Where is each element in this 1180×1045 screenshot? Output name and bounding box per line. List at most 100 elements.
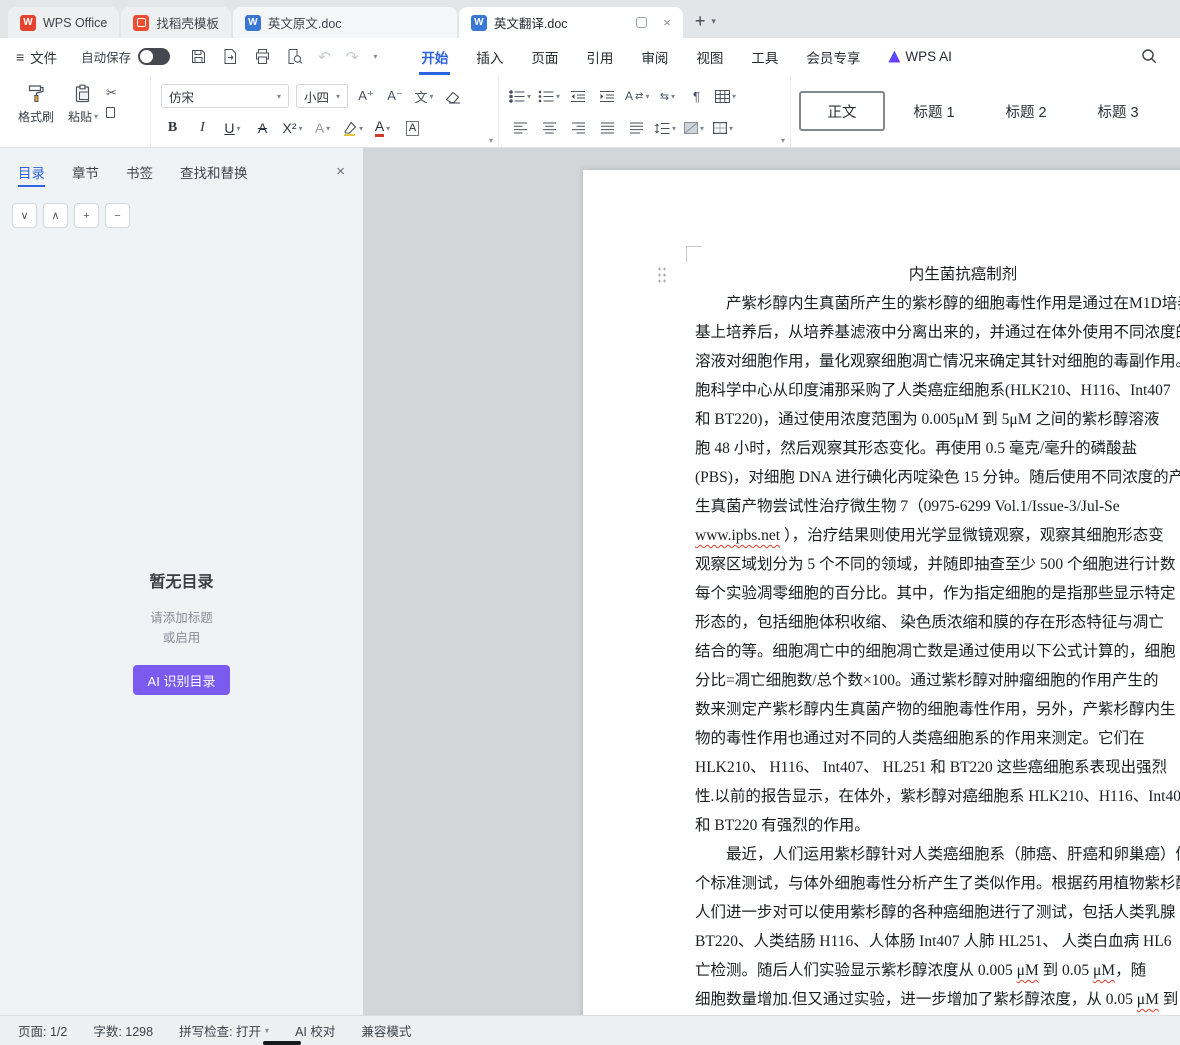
zoom-in-level-button[interactable]: + bbox=[74, 203, 99, 228]
line-spacing-button[interactable]: ▾ bbox=[654, 117, 676, 139]
cut-icon[interactable]: ✂ bbox=[106, 85, 117, 101]
character-border-button[interactable]: A bbox=[401, 116, 424, 140]
document-canvas[interactable]: 内生菌抗癌制剂 产紫杉醇内生真菌所产生的紫杉醇的细胞毒性作用是通过在M1D培养基… bbox=[363, 148, 1180, 1015]
save-icon[interactable] bbox=[190, 48, 207, 65]
doc-line: 结合的等。细胞凋亡中的细胞凋亡数是通过使用以下公式计算的，细胞 bbox=[695, 643, 1176, 660]
clear-format-button[interactable] bbox=[442, 85, 464, 107]
print-icon[interactable] bbox=[254, 48, 271, 65]
underline-button[interactable]: U ▾ bbox=[221, 116, 244, 140]
text-direction-button[interactable]: A ⇄ ▾ bbox=[625, 85, 649, 107]
tab-list-chevron-icon[interactable]: ▾ bbox=[711, 16, 716, 27]
horizontal-scrollbar-thumb[interactable] bbox=[263, 1041, 301, 1045]
close-sidebar-icon[interactable]: × bbox=[336, 163, 345, 180]
document-page[interactable]: 内生菌抗癌制剂 产紫杉醇内生真菌所产生的紫杉醇的细胞毒性作用是通过在M1D培养基… bbox=[583, 170, 1180, 1015]
page-indicator[interactable]: 页面: 1/2 bbox=[18, 1021, 67, 1040]
popout-icon[interactable] bbox=[636, 17, 648, 28]
justify-button[interactable] bbox=[596, 117, 618, 139]
chevron-down-icon: ▾ bbox=[358, 123, 363, 133]
close-tab-icon[interactable]: × bbox=[663, 15, 671, 30]
ai-recognize-toc-button[interactable]: AI 识别目录 bbox=[132, 665, 231, 695]
paste-label: 粘贴 bbox=[68, 110, 93, 124]
phonetic-guide-button[interactable]: 文 ▾ bbox=[413, 85, 435, 107]
decrease-indent-button[interactable] bbox=[567, 85, 589, 107]
document-content: 内生菌抗癌制剂 产紫杉醇内生真菌所产生的紫杉醇的细胞毒性作用是通过在M1D培养基… bbox=[583, 170, 1180, 1015]
shrink-font-button[interactable]: A⁻ bbox=[384, 85, 406, 107]
shading-button[interactable]: ▾ bbox=[683, 117, 705, 139]
style-heading-1[interactable]: 标题 1 bbox=[891, 91, 977, 131]
superscript-button[interactable]: X² ▾ bbox=[281, 116, 304, 140]
window-tab-doc-translation[interactable]: W 英文翻译.doc × bbox=[458, 7, 683, 38]
paragraph-dialog-launcher-icon[interactable]: ▾ bbox=[781, 136, 785, 145]
style-heading-3[interactable]: 标题 3 bbox=[1075, 91, 1161, 131]
toc-empty-title: 暂无目录 bbox=[149, 574, 214, 591]
align-right-button[interactable] bbox=[567, 117, 589, 139]
sidebar-tab-toc[interactable]: 目录 bbox=[18, 148, 45, 195]
undo-icon[interactable]: ↶ bbox=[318, 48, 331, 66]
bold-button[interactable]: B bbox=[161, 116, 184, 140]
sidebar-tab-find-replace[interactable]: 查找和替换 bbox=[180, 148, 248, 195]
ribbon-tab-label: 引用 bbox=[586, 50, 614, 66]
style-body-text[interactable]: 正文 bbox=[799, 91, 885, 131]
bullet-list-button[interactable]: ▾ bbox=[509, 85, 531, 107]
new-tab-button[interactable]: + bbox=[695, 12, 706, 30]
paragraph-layout-button[interactable]: ¶ bbox=[685, 85, 707, 107]
print-preview-icon[interactable] bbox=[286, 48, 303, 65]
tab-label: 英文原文.doc bbox=[267, 17, 342, 31]
strikethrough-button[interactable]: A bbox=[251, 116, 274, 140]
ribbon: 格式刷 粘贴 ▾ ✂ 仿宋 ▾ 小四 ▾ A⁺ A⁻ 文 ▾ B I U ▾ A… bbox=[0, 75, 1180, 148]
align-center-button[interactable] bbox=[538, 117, 560, 139]
ribbon-tab-insert[interactable]: 插入 bbox=[462, 38, 517, 75]
distribute-button[interactable] bbox=[625, 117, 647, 139]
ribbon-tab-view[interactable]: 视图 bbox=[682, 38, 737, 75]
expand-all-button[interactable]: ∧ bbox=[43, 203, 68, 228]
search-icon[interactable] bbox=[1141, 48, 1158, 65]
ribbon-tab-label: 插入 bbox=[476, 50, 504, 66]
ribbon-tab-page[interactable]: 页面 bbox=[517, 38, 572, 75]
spellcheck-toggle[interactable]: 拼写检查: 打开 ▾ bbox=[179, 1021, 269, 1040]
ribbon-tab-review[interactable]: 审阅 bbox=[627, 38, 682, 75]
italic-button[interactable]: I bbox=[191, 116, 214, 140]
redo-icon[interactable]: ↷ bbox=[346, 48, 359, 66]
font-dialog-launcher-icon[interactable]: ▾ bbox=[489, 136, 493, 145]
ribbon-tab-member[interactable]: 会员专享 bbox=[792, 38, 874, 75]
ribbon-tab-reference[interactable]: 引用 bbox=[572, 38, 627, 75]
collapse-all-button[interactable]: ∨ bbox=[12, 203, 37, 228]
paragraph-drag-handle-icon[interactable] bbox=[657, 266, 668, 284]
asian-layout-button[interactable]: ⇆ ▾ bbox=[656, 85, 678, 107]
window-tab-docer-templates[interactable]: 找稻壳模板 bbox=[121, 7, 231, 38]
format-painter-button[interactable]: 格式刷 bbox=[12, 81, 60, 127]
customize-toolbar-chevron-icon[interactable]: ▾ bbox=[373, 52, 377, 61]
numbered-list-button[interactable]: ▾ bbox=[538, 85, 560, 107]
docer-icon bbox=[133, 14, 150, 31]
sidebar-tab-chapters[interactable]: 章节 bbox=[72, 148, 99, 195]
style-heading-2[interactable]: 标题 2 bbox=[983, 91, 1069, 131]
highlight-color-button[interactable]: ▾ bbox=[341, 116, 364, 140]
autosave-control: 自动保存 bbox=[81, 47, 171, 66]
sidebar-tab-bookmarks[interactable]: 书签 bbox=[126, 148, 153, 195]
paste-button[interactable]: 粘贴 ▾ bbox=[62, 81, 104, 127]
ribbon-tab-tools[interactable]: 工具 bbox=[737, 38, 792, 75]
autosave-toggle[interactable] bbox=[138, 48, 171, 65]
ribbon-tab-label: WPS AI bbox=[905, 49, 952, 64]
grow-font-button[interactable]: A⁺ bbox=[355, 85, 377, 107]
align-left-button[interactable] bbox=[509, 117, 531, 139]
ribbon-tab-wps-ai[interactable]: WPS AI bbox=[874, 38, 966, 75]
font-size-select[interactable]: 小四 ▾ bbox=[296, 84, 348, 108]
tab-label: 找稻壳模板 bbox=[156, 17, 219, 31]
export-icon[interactable] bbox=[222, 48, 239, 65]
ribbon-tab-home[interactable]: 开始 bbox=[407, 38, 462, 75]
borders-button[interactable]: ▾ bbox=[712, 117, 734, 139]
font-name-select[interactable]: 仿宋 ▾ bbox=[161, 84, 289, 108]
text-effects-button[interactable]: A ▾ bbox=[311, 116, 334, 140]
ai-proofread-button[interactable]: AI 校对 bbox=[295, 1021, 335, 1040]
window-tab-wps-home[interactable]: W WPS Office bbox=[8, 7, 120, 38]
word-count[interactable]: 字数: 1298 bbox=[93, 1021, 153, 1040]
increase-indent-button[interactable] bbox=[596, 85, 618, 107]
window-tab-doc-original[interactable]: W 英文原文.doc bbox=[232, 7, 457, 38]
zoom-out-level-button[interactable]: − bbox=[105, 203, 130, 228]
file-menu-button[interactable]: ≡ 文件 bbox=[16, 47, 57, 67]
insert-table-button[interactable]: ▾ bbox=[714, 85, 736, 107]
wps-logo-icon: W bbox=[20, 14, 36, 31]
font-color-button[interactable]: A ▾ bbox=[371, 116, 394, 140]
copy-icon[interactable] bbox=[106, 105, 121, 118]
